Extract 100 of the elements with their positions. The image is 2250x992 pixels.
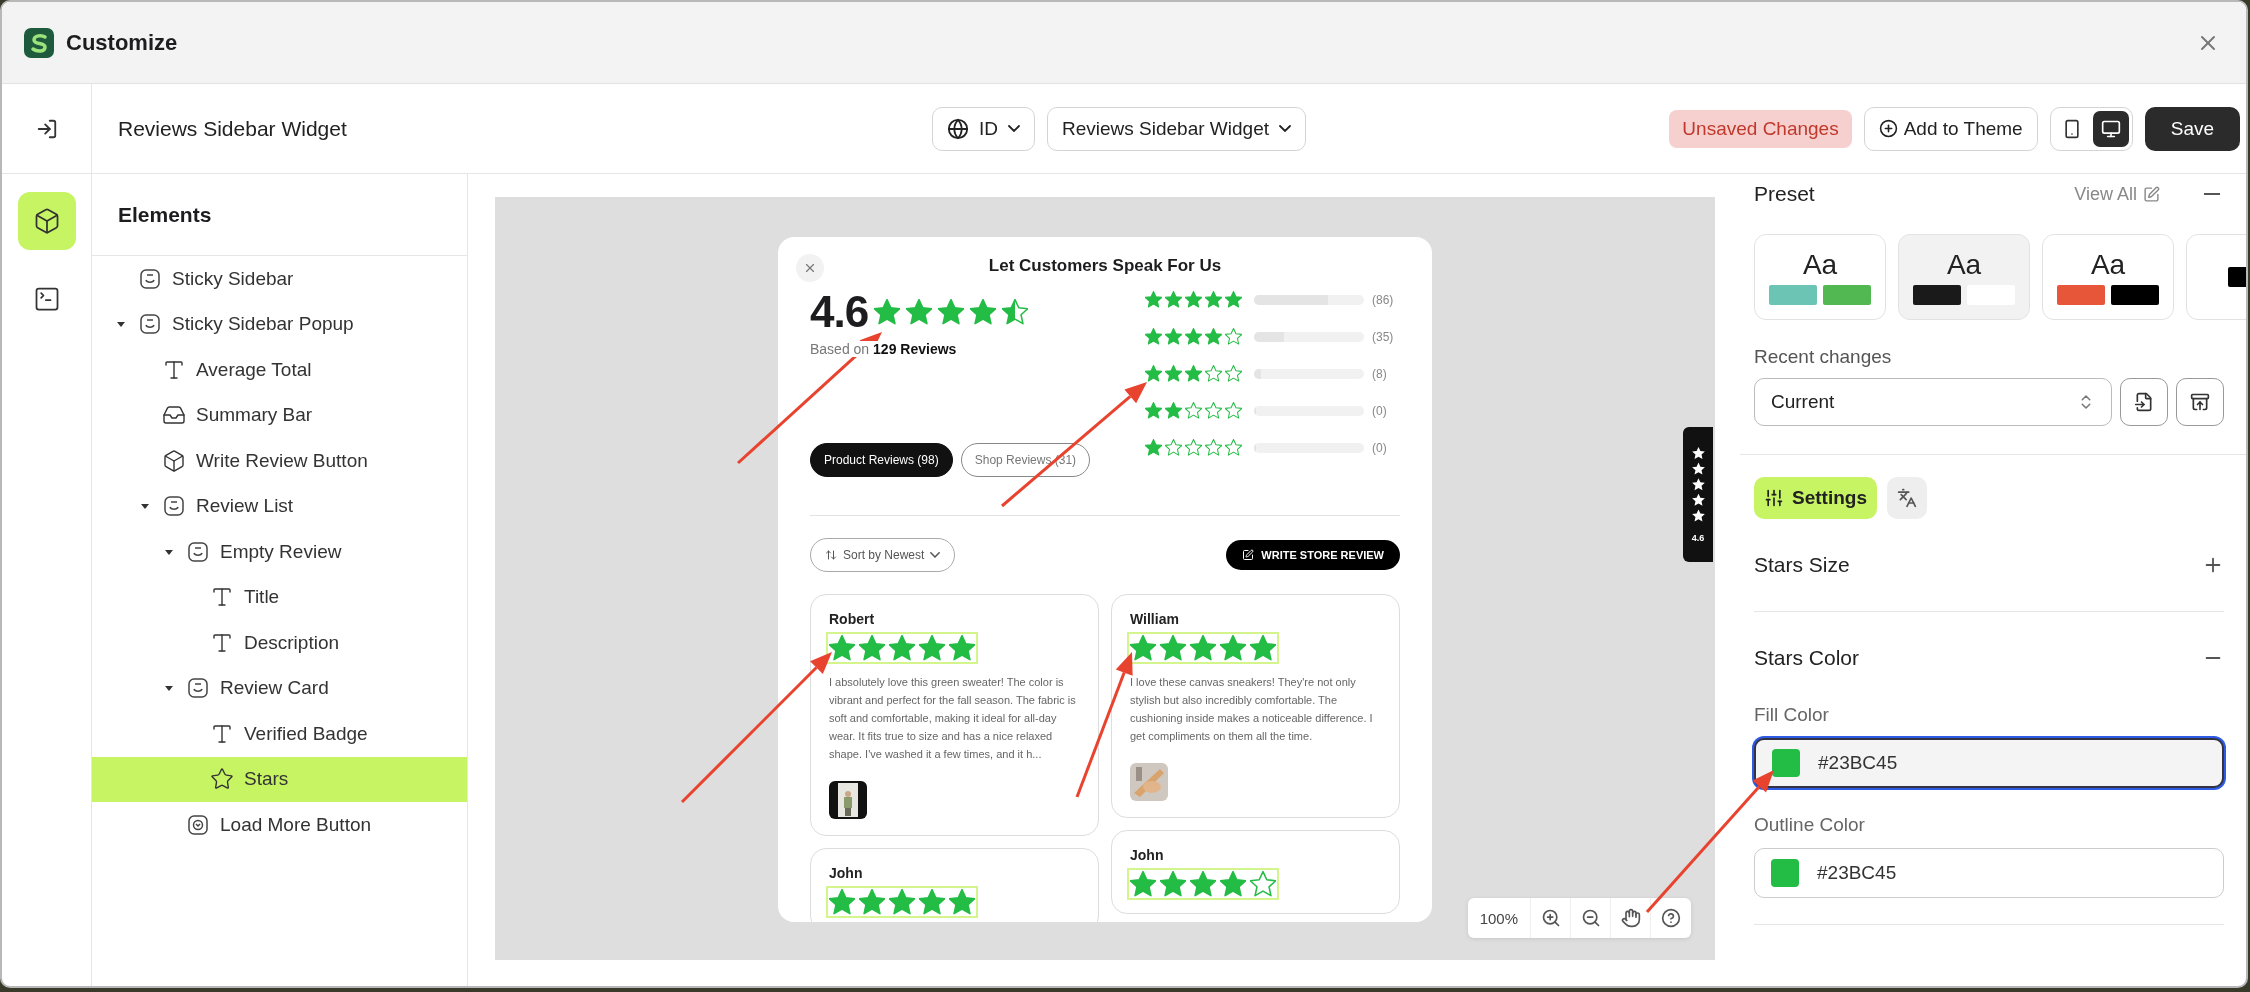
- container-icon: [186, 676, 210, 701]
- star-icon: [829, 635, 855, 661]
- side-tab-rating: 4.6: [1691, 532, 1705, 543]
- tree-item[interactable]: Verified Badge: [92, 711, 467, 757]
- star-icon: [1190, 871, 1216, 897]
- rating-count: (8): [1372, 366, 1388, 381]
- review-tab[interactable]: Product Reviews (98): [810, 443, 953, 477]
- star-icon: [1185, 328, 1202, 345]
- star-icon: [938, 299, 965, 325]
- field-label: Fill Color: [1754, 704, 1830, 726]
- sort-icon: [825, 549, 837, 561]
- preset-card[interactable]: Aa: [1754, 234, 1886, 320]
- settings-tab[interactable]: Settings: [1754, 477, 1877, 519]
- star-icon: [919, 889, 945, 915]
- tree-item[interactable]: Description: [92, 620, 467, 666]
- caret-icon[interactable]: [165, 547, 173, 556]
- file-import-icon: [2134, 392, 2154, 412]
- color-field[interactable]: #23BC45: [1754, 738, 2224, 788]
- zoom-out-icon: [1580, 908, 1601, 928]
- star-icon: [859, 889, 885, 915]
- star-icon: [859, 635, 885, 661]
- star-icon: [889, 889, 915, 915]
- tree-item[interactable]: Summary Bar: [92, 392, 467, 438]
- language-select[interactable]: ID: [932, 106, 1035, 151]
- tree-item[interactable]: Review List: [92, 483, 467, 529]
- widget-select[interactable]: Reviews Sidebar Widget: [1047, 106, 1306, 151]
- star-icon: [1185, 291, 1202, 308]
- star-outline-icon: [1205, 402, 1222, 419]
- add-to-theme-button[interactable]: Add to Theme: [1863, 106, 2038, 151]
- star-outline-icon: [1225, 439, 1242, 456]
- star-icon: [1165, 328, 1182, 345]
- button-icon: [186, 812, 210, 837]
- import-button[interactable]: [2120, 378, 2168, 426]
- reviewer-name: William: [1130, 611, 1180, 627]
- tree-item[interactable]: Sticky Sidebar Popup: [92, 301, 467, 347]
- caret-icon[interactable]: [165, 684, 173, 693]
- container-icon: [186, 539, 210, 564]
- section-title: Stars Size: [1754, 553, 1850, 577]
- sliders-icon: [1764, 488, 1784, 508]
- tree-item[interactable]: Average Total: [92, 347, 467, 393]
- star-icon: [919, 635, 945, 661]
- tree-item[interactable]: Load More Button: [92, 802, 467, 848]
- tree-item[interactable]: Review Card: [92, 665, 467, 711]
- recent-changes-select[interactable]: Current: [1754, 378, 2112, 426]
- star-icon: [1130, 871, 1156, 897]
- sort-select[interactable]: Sort by Newest: [810, 538, 956, 572]
- export-button[interactable]: [2176, 378, 2224, 426]
- tree-item[interactable]: Empty Review: [92, 529, 467, 575]
- tree-item[interactable]: Sticky Sidebar: [92, 256, 467, 302]
- review-text: I absolutely love this green sweater! The color is vibrant and perfect for the fall season. The fabric is soft and comfortable, making it ideal for all-day wear. It fits true to size and has a nice relaxed shape. I've washed it a few times, and it h...: [829, 675, 1077, 762]
- rating-count: (86): [1372, 292, 1395, 307]
- section-header[interactable]: Stars Color: [1754, 612, 2224, 704]
- desktop-view-button[interactable]: [2092, 110, 2129, 147]
- container-icon: [162, 494, 186, 519]
- tree-item[interactable]: Write Review Button: [92, 438, 467, 484]
- container-icon: [138, 312, 162, 337]
- preset-card[interactable]: Aa: [2042, 234, 2174, 320]
- color-field[interactable]: #23BC45: [1754, 848, 2224, 898]
- star-icon: [1145, 328, 1162, 345]
- star-icon: [1165, 402, 1182, 419]
- rating-count: (0): [1372, 403, 1388, 418]
- field-label: Recent changes: [1754, 346, 1893, 368]
- chevron-down-icon: [1279, 124, 1291, 133]
- star-icon: [949, 635, 975, 661]
- star-icon: [829, 889, 855, 915]
- view-all-link[interactable]: View All: [2074, 183, 2160, 205]
- tree-item[interactable]: Stars: [92, 756, 467, 802]
- star-icon: [874, 299, 901, 325]
- reviews-side-tab[interactable]: 4.6: [1683, 427, 1713, 562]
- help-icon: [1661, 908, 1681, 928]
- star-outline-icon: [1225, 365, 1242, 382]
- translate-icon: [1896, 488, 1917, 508]
- caret-icon[interactable]: [141, 502, 149, 511]
- save-button[interactable]: Save: [2144, 106, 2240, 151]
- app-logo: [24, 27, 54, 58]
- section-header[interactable]: Stars Size: [1754, 519, 2224, 611]
- elements-button[interactable]: [17, 192, 76, 250]
- star-icon: [1225, 291, 1242, 308]
- star-icon: [1220, 871, 1246, 897]
- star-outline-icon: [1205, 439, 1222, 456]
- reviewer-name: John: [829, 865, 864, 881]
- tree-item[interactable]: Title: [92, 574, 467, 620]
- globe-icon: [947, 117, 969, 140]
- star-outline-icon: [1225, 402, 1242, 419]
- translate-tab[interactable]: [1886, 477, 1927, 519]
- review-count: Based on 129 Reviews: [810, 341, 957, 357]
- star-icon: [949, 889, 975, 915]
- write-review-button[interactable]: WRITE STORE REVIEW: [1226, 540, 1400, 570]
- star-icon: [1145, 291, 1162, 308]
- minus-icon: [2204, 193, 2220, 195]
- star-icon: [1250, 635, 1276, 661]
- section-title: Preset: [1754, 182, 1815, 206]
- preset-card[interactable]: Aa: [1898, 234, 2030, 320]
- star-icon: [1130, 635, 1156, 661]
- edit-icon: [2143, 185, 2160, 203]
- panel-title: Elements: [92, 174, 467, 256]
- caret-icon[interactable]: [117, 320, 125, 329]
- star-icon: [1205, 328, 1222, 345]
- chevron-down-icon: [930, 552, 941, 558]
- star-outline-icon: [1205, 365, 1222, 382]
